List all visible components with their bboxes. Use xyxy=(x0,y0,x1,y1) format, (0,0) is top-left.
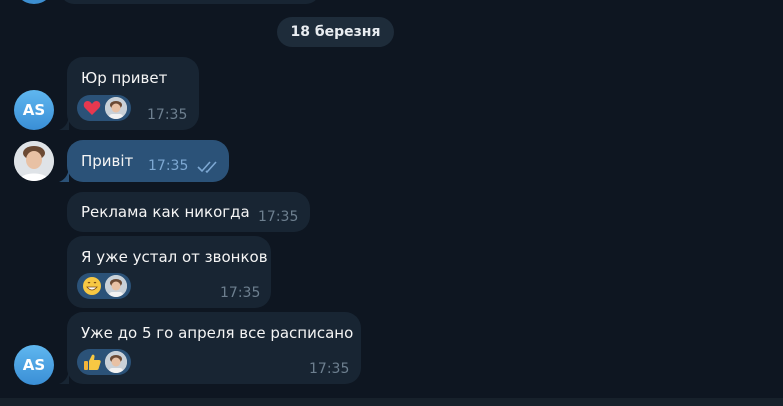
message-text: Уже до 5 го апреля все расписано xyxy=(81,324,354,342)
message-time: 17:35 xyxy=(309,361,350,377)
reactor-avatar xyxy=(105,351,127,373)
date-separator[interactable]: 18 березня xyxy=(277,17,394,47)
message-bubble-incoming[interactable]: Уже до 5 го апреля все расписано 17:35 xyxy=(67,312,361,384)
thumbs-up-icon xyxy=(81,351,103,373)
message-time: 17:35 xyxy=(220,285,261,301)
message-bubble-outgoing[interactable]: Привіт 17:35 xyxy=(67,140,229,182)
message-time: 17:35 xyxy=(258,209,299,225)
user-avatar[interactable] xyxy=(14,141,54,181)
double-check-icon xyxy=(197,159,221,178)
previous-message-fragment xyxy=(60,0,320,4)
reaction-chip[interactable] xyxy=(77,95,131,121)
message-text: Привіт xyxy=(81,152,134,170)
reactor-avatar xyxy=(105,275,127,297)
bubble-tail xyxy=(59,370,69,384)
message-text: Я уже устал от звонков xyxy=(81,248,268,266)
grinning-face-icon xyxy=(81,275,103,297)
message-bubble-incoming[interactable]: Реклама как никогда 17:35 xyxy=(67,192,310,232)
sender-avatar[interactable]: AS xyxy=(14,345,54,385)
message-time: 17:35 xyxy=(148,158,189,174)
message-bubble-incoming[interactable]: Юр привет 17:35 xyxy=(67,57,199,130)
composer-bar-edge xyxy=(0,398,783,406)
bubble-tail xyxy=(59,168,69,182)
bubble-tail xyxy=(59,116,69,130)
heart-icon xyxy=(81,97,103,119)
reaction-chip[interactable] xyxy=(77,349,131,375)
reactor-avatar xyxy=(105,97,127,119)
reaction-chip[interactable] xyxy=(77,273,131,299)
message-text: Юр привет xyxy=(81,69,168,87)
message-bubble-incoming[interactable]: Я уже устал от звонков 17:35 xyxy=(67,236,271,308)
message-text: Реклама как никогда xyxy=(81,203,250,221)
sender-avatar[interactable]: AS xyxy=(14,90,54,130)
previous-avatar-fragment xyxy=(14,0,54,4)
message-time: 17:35 xyxy=(147,107,188,123)
